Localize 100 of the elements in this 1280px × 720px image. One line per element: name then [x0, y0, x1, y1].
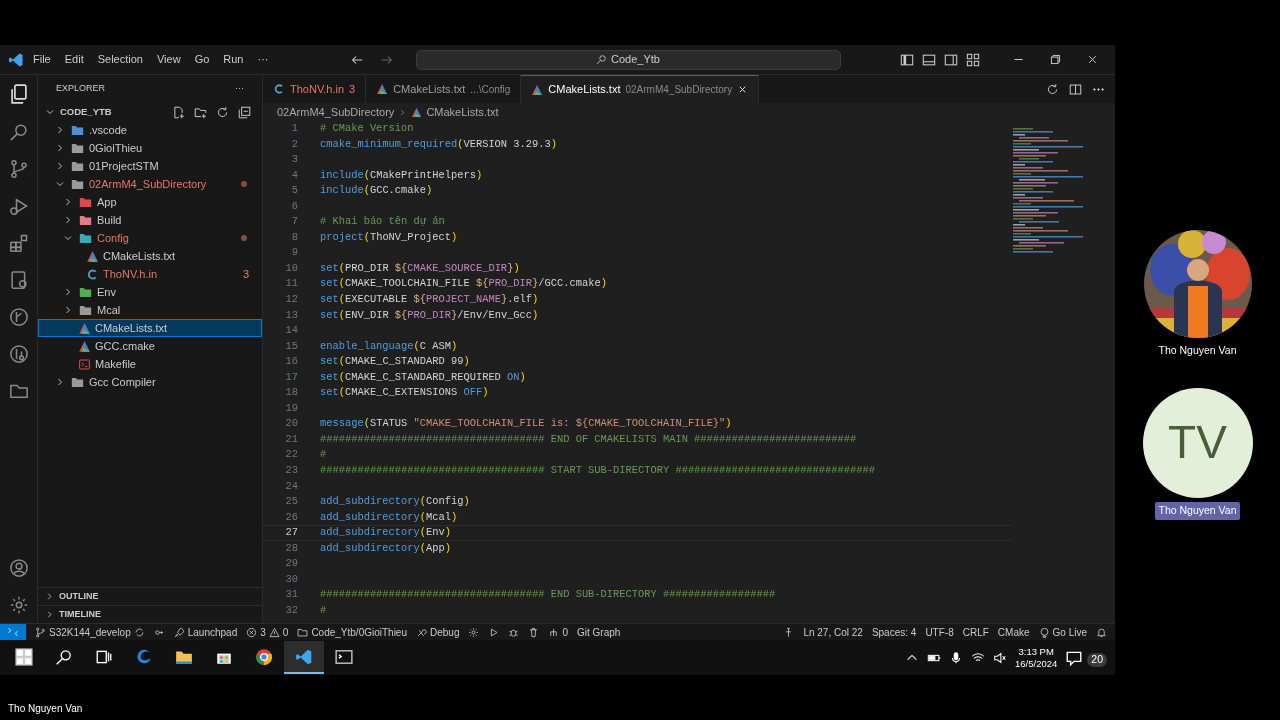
gear-icon[interactable]: [468, 626, 480, 638]
tree-item[interactable]: ThoNV.h.in 3: [38, 265, 262, 283]
line-number: 30: [284, 571, 298, 587]
remote-button[interactable]: [0, 623, 26, 641]
status-item[interactable]: CRLF: [962, 624, 989, 640]
status-item[interactable]: 3 0: [246, 624, 289, 640]
volume-icon[interactable]: [993, 650, 1008, 665]
tree-item[interactable]: 01ProjectSTM: [38, 157, 262, 175]
clock[interactable]: 3:13 PM 16/5/2024: [1015, 645, 1058, 670]
timeline-icon[interactable]: [1046, 82, 1059, 96]
extensions-icon[interactable]: [8, 233, 29, 253]
tree-item[interactable]: App: [38, 193, 262, 211]
status-item[interactable]: Launchpad: [173, 624, 238, 640]
status-item[interactable]: UTF-8: [925, 624, 954, 640]
panel-toggle-icon[interactable]: [922, 52, 936, 67]
chrome-icon[interactable]: [255, 647, 273, 666]
notification-count: 20: [1087, 652, 1107, 667]
menu-item[interactable]: ···: [252, 49, 274, 70]
tree-item[interactable]: 0GioiThieu: [38, 139, 262, 157]
tree-item[interactable]: 02ArmM4_SubDirectory: [38, 175, 262, 193]
code-line: project(ThoNV_Project): [320, 229, 458, 245]
collapse-icon[interactable]: [238, 105, 251, 119]
git-graph-icon[interactable]: [8, 307, 29, 327]
tree-item[interactable]: .vscode: [38, 121, 262, 139]
new-file-icon[interactable]: [172, 105, 185, 119]
status-item[interactable]: Git Graph: [577, 624, 621, 640]
tree-item[interactable]: Config: [38, 229, 262, 247]
tree-item[interactable]: Makefile: [38, 355, 262, 373]
vscode-logo-icon: [8, 51, 24, 68]
account-icon[interactable]: [8, 558, 29, 578]
terminal-icon[interactable]: [335, 647, 353, 666]
avatar: TV: [1142, 387, 1253, 498]
new-folder-icon[interactable]: [194, 105, 207, 119]
tree-item[interactable]: Env: [38, 283, 262, 301]
bug-icon[interactable]: [508, 626, 520, 638]
windows-icon[interactable]: [15, 647, 33, 666]
menu-item[interactable]: Selection: [92, 49, 148, 70]
bell-icon[interactable]: [1096, 626, 1107, 638]
play-icon[interactable]: [488, 626, 500, 638]
split-editor-icon[interactable]: [1069, 82, 1082, 96]
tree-item[interactable]: Build: [38, 211, 262, 229]
tree-item[interactable]: Mcal: [38, 301, 262, 319]
menu-item[interactable]: Go: [189, 49, 215, 70]
menu-item[interactable]: Run: [218, 49, 249, 70]
breadcrumb-item[interactable]: 02ArmM4_SubDirectory: [277, 103, 395, 121]
tree-item[interactable]: CMakeLists.txt: [38, 247, 262, 265]
trash-icon[interactable]: [528, 626, 540, 638]
tree-item[interactable]: GCC.cmake: [38, 337, 262, 355]
close-icon[interactable]: [1086, 53, 1099, 66]
cmake-file-icon: [411, 106, 423, 118]
status-item[interactable]: CMake: [997, 624, 1030, 640]
status-item[interactable]: Debug: [416, 624, 460, 640]
tree-root[interactable]: CODE_YTB: [38, 103, 262, 121]
line-number: 24: [284, 478, 298, 494]
status-item[interactable]: Spaces: 4: [871, 624, 917, 640]
search-icon[interactable]: [55, 647, 73, 666]
line-number: 15: [284, 338, 298, 354]
vscode-icon[interactable]: [295, 647, 313, 666]
status-item[interactable]: 0: [548, 624, 569, 640]
line-number: 31: [284, 587, 298, 603]
line-number: 26: [284, 509, 298, 525]
status-item[interactable]: Ln 27, Col 22: [803, 624, 863, 640]
refresh-icon[interactable]: [216, 105, 229, 119]
code-line: add_subdirectory(App): [320, 540, 451, 556]
line-number: 22: [284, 447, 298, 463]
line-number: 7: [290, 214, 298, 230]
panel-header[interactable]: TIMELINE: [38, 605, 262, 623]
layout-icon[interactable]: [966, 52, 980, 67]
error-icon: [246, 626, 258, 638]
settings-icon[interactable]: [8, 595, 29, 615]
browser-icon[interactable]: [135, 647, 153, 666]
code-line: cmake_minimum_required(VERSION 3.29.3): [320, 136, 557, 152]
command-center[interactable]: Code_Ytb: [415, 49, 841, 70]
secondary-sidebar-icon[interactable]: [944, 52, 958, 67]
sidebar-toggle-icon[interactable]: [900, 52, 914, 67]
line-number: 1: [290, 120, 298, 136]
rocket-icon: [173, 626, 185, 638]
status-item[interactable]: Code_Ytb/0GioiThieu: [297, 624, 407, 640]
breadcrumb-item[interactable]: CMakeLists.txt: [426, 103, 499, 121]
panel-header[interactable]: OUTLINE: [38, 587, 262, 605]
run-debug-icon[interactable]: [8, 196, 29, 216]
code-line: set(ENV_DIR ${PRO_DIR}/Env/Env_Gcc): [320, 307, 539, 323]
menu-item[interactable]: Edit: [59, 49, 89, 70]
code-line: set(CMAKE_C_STANDARD 99): [320, 354, 470, 370]
status-item[interactable]: Go Live: [1038, 624, 1087, 640]
participant-name: Tho Nguyen Van: [1155, 501, 1240, 520]
cmake-file-icon: [376, 83, 389, 95]
restore-icon[interactable]: [1049, 53, 1062, 66]
line-number: 28: [284, 540, 298, 556]
editor-tab[interactable]: CMakeLists.txt 02ArmM4_SubDirectory: [521, 75, 760, 103]
line-number: 27: [284, 525, 298, 541]
more-actions[interactable]: ···: [235, 82, 244, 96]
tree-item[interactable]: Gcc Compiler: [38, 373, 262, 391]
status-item[interactable]: S32K144_develop: [35, 624, 145, 640]
menu-item[interactable]: View: [151, 49, 186, 70]
source-control-icon[interactable]: [8, 159, 29, 179]
c-file-icon: [273, 83, 285, 95]
presenter-name: Tho Nguyen Van: [8, 703, 83, 714]
menu-item[interactable]: File: [28, 49, 56, 70]
tree-item[interactable]: CMakeLists.txt: [38, 319, 262, 337]
